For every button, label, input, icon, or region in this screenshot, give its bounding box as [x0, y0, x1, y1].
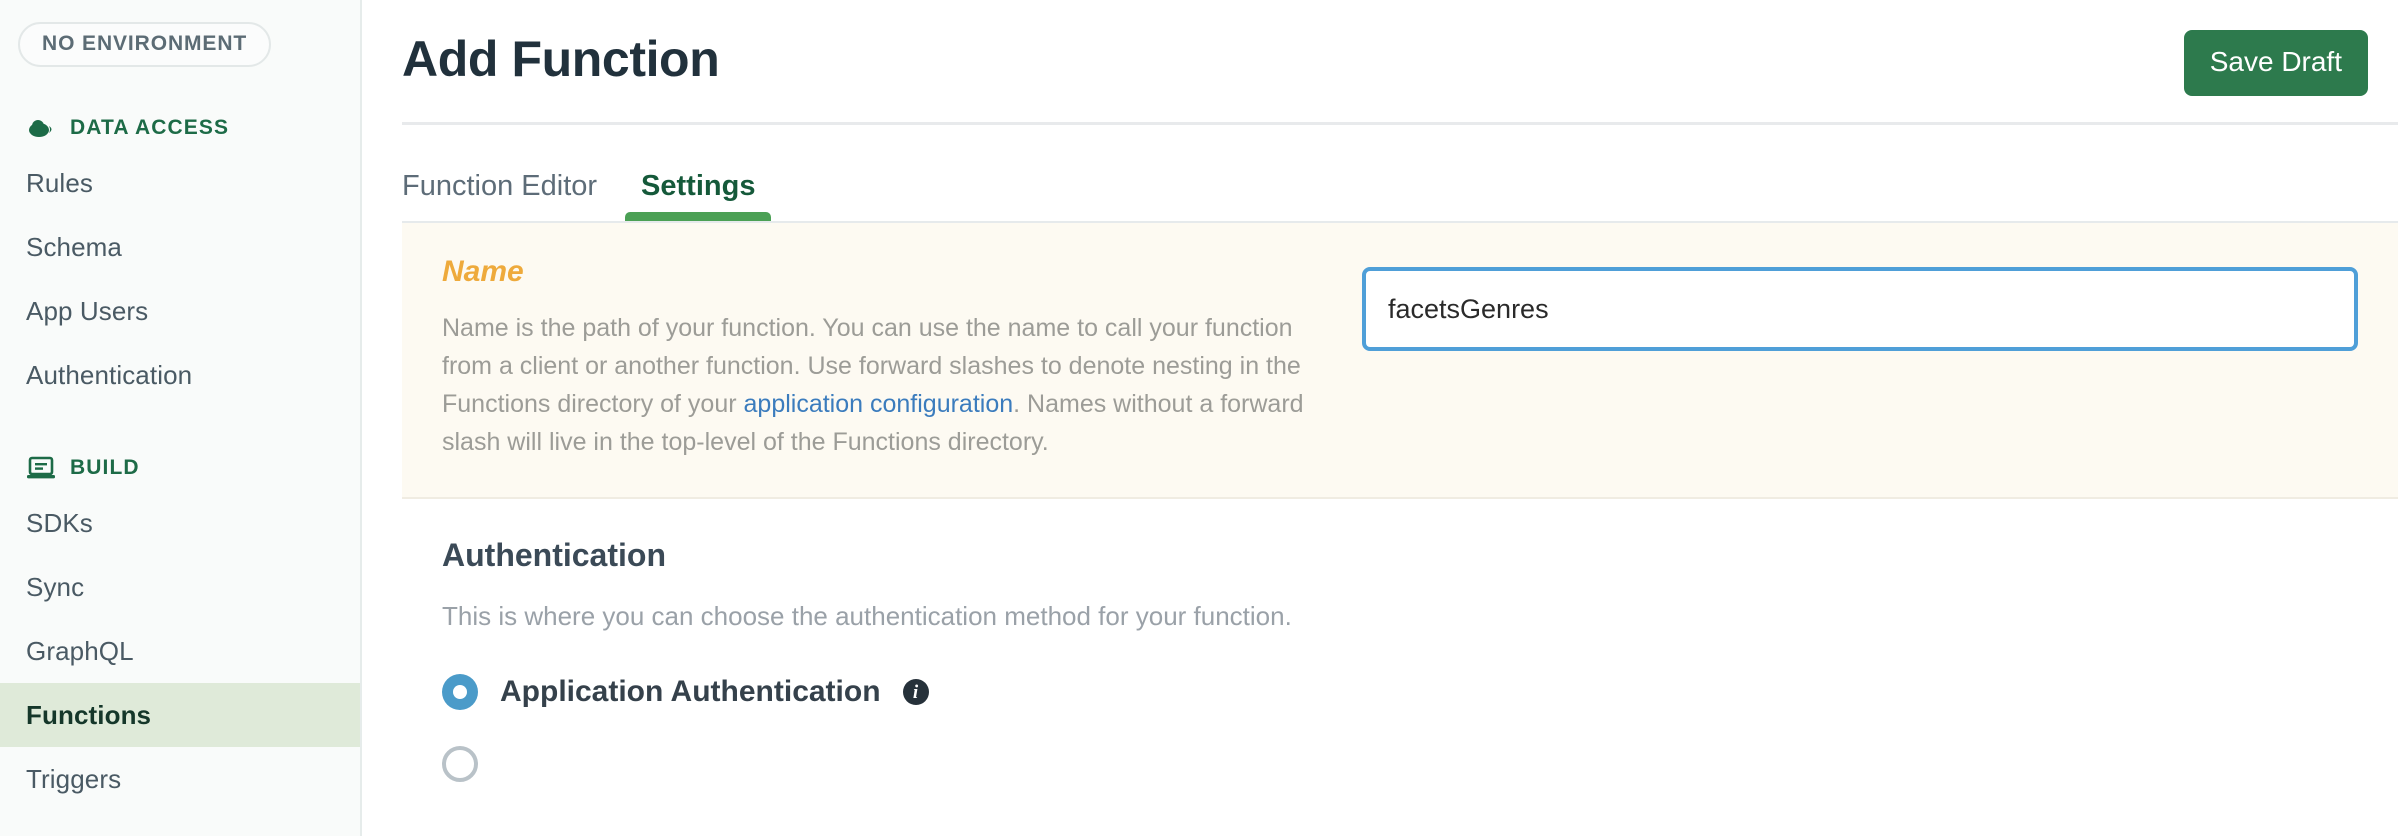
page-title: Add Function [402, 31, 720, 87]
name-panel: Name Name is the path of your function. … [402, 223, 2398, 499]
sidebar-item-triggers[interactable]: Triggers [0, 747, 360, 811]
tab-settings[interactable]: Settings [624, 172, 772, 221]
radio-option-label: Application Authentication [500, 675, 881, 708]
page-header: Add Function Save Draft [362, 0, 2398, 96]
sidebar-section-label: DATA ACCESS [70, 116, 230, 139]
sidebar-section-label: BUILD [70, 456, 140, 479]
sidebar-item-label: Authentication [26, 359, 193, 390]
cloud-icon [26, 113, 56, 143]
sidebar-section-data-access: DATA ACCESS [0, 105, 360, 151]
sidebar-item-label: Rules [26, 167, 93, 198]
tab-function-editor[interactable]: Function Editor [402, 172, 597, 221]
tab-bar: Function Editor Settings [362, 147, 2398, 221]
function-name-input[interactable] [1362, 267, 2358, 351]
name-description: Name is the path of your function. You c… [442, 309, 1332, 461]
sidebar-item-label: App Users [26, 295, 149, 326]
radio-option-secondary[interactable] [442, 737, 2358, 791]
authentication-description: This is where you can choose the authent… [442, 601, 1292, 631]
sidebar-item-sync[interactable]: Sync [0, 555, 360, 619]
header-divider [402, 122, 2398, 125]
name-input-wrapper [1362, 257, 2358, 351]
sidebar-item-label: Functions [26, 699, 152, 730]
sidebar-item-rules[interactable]: Rules [0, 151, 360, 215]
laptop-icon [26, 453, 56, 483]
save-draft-button[interactable]: Save Draft [2183, 30, 2368, 96]
info-icon[interactable]: i [902, 679, 929, 705]
authentication-title: Authentication [442, 537, 666, 573]
environment-pill[interactable]: NO ENVIRONMENT [18, 22, 272, 67]
main-content: Add Function Save Draft Function Editor … [362, 0, 2398, 836]
radio-option-application-authentication[interactable]: Application Authentication i [442, 665, 2358, 719]
sidebar-item-functions[interactable]: Functions [0, 683, 360, 747]
sidebar-item-app-users[interactable]: App Users [0, 279, 360, 343]
sidebar-item-label: GraphQL [26, 635, 134, 666]
sidebar-item-label: Schema [26, 231, 122, 262]
sidebar-item-sdks[interactable]: SDKs [0, 491, 360, 555]
sidebar-item-authentication[interactable]: Authentication [0, 343, 360, 407]
sidebar: NO ENVIRONMENT DATA ACCESS Rules Schema [0, 0, 362, 836]
app-root: NO ENVIRONMENT DATA ACCESS Rules Schema [0, 0, 2398, 836]
sidebar-item-label: Sync [26, 571, 85, 602]
application-configuration-link[interactable]: application configuration [744, 390, 1014, 418]
name-heading: Name [442, 255, 524, 288]
sidebar-item-label: Triggers [26, 763, 122, 794]
authentication-section: Authentication This is where you can cho… [362, 499, 2398, 791]
sidebar-section-build: BUILD [0, 445, 360, 491]
sidebar-item-label: SDKs [26, 507, 93, 538]
radio-unselected-icon[interactable] [442, 746, 478, 782]
radio-selected-icon[interactable] [442, 674, 478, 710]
name-panel-text: Name Name is the path of your function. … [442, 257, 1332, 461]
sidebar-item-schema[interactable]: Schema [0, 215, 360, 279]
sidebar-item-graphql[interactable]: GraphQL [0, 619, 360, 683]
